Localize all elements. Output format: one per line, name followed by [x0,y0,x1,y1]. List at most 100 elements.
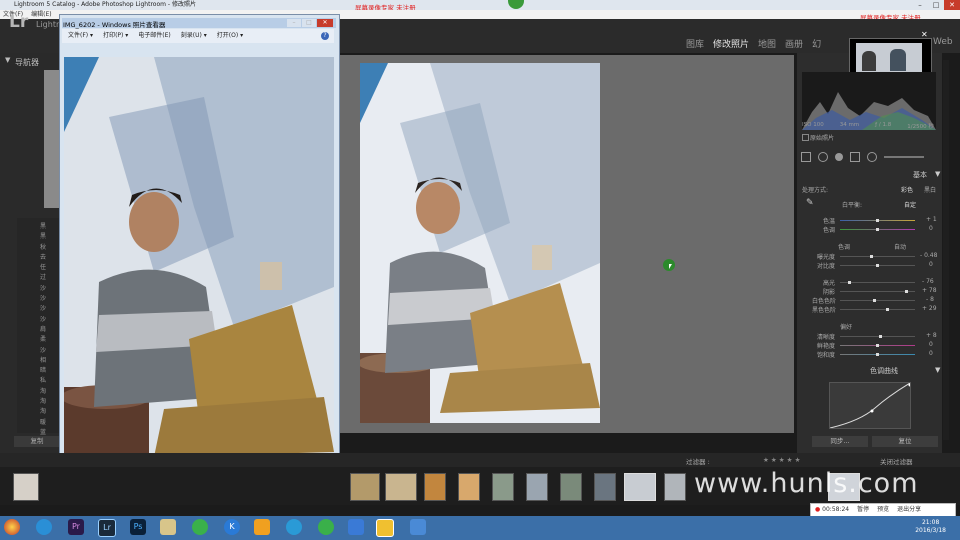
contrast-knob[interactable] [876,264,879,267]
blacks-knob[interactable] [886,308,889,311]
viewer-menu-burn[interactable]: 刻录(U) ▾ [181,29,207,43]
preset-item[interactable]: 沙 [40,294,46,304]
module-map[interactable]: 地图 [758,37,776,50]
whites-knob[interactable] [873,299,876,302]
exposure-knob[interactable] [870,255,873,258]
preset-item[interactable]: 沙 [40,346,46,356]
module-slideshow[interactable]: 幻 [812,37,821,50]
filmstrip-thumbnail[interactable] [458,473,480,501]
filmstrip-thumbnail[interactable] [664,473,686,501]
tool-app-icon[interactable] [410,519,426,535]
blacks-slider[interactable] [840,309,915,310]
clarity-knob[interactable] [879,335,882,338]
taskbar-clock[interactable]: 21:08 2016/3/18 [915,519,946,535]
maximize-icon[interactable]: □ [302,19,316,27]
navigator-collapse-icon[interactable]: ▼ [5,56,10,64]
file-explorer-icon[interactable] [160,519,176,535]
original-photo-checkbox[interactable] [802,134,809,141]
contrast-value[interactable]: 0 [929,261,933,268]
saturation-value[interactable]: 0 [929,350,933,357]
module-book[interactable]: 画册 [785,37,803,50]
vibrance-knob[interactable] [876,344,879,347]
brush-slider[interactable] [884,156,924,158]
help-icon[interactable]: ? [321,32,329,40]
start-button-icon[interactable] [4,519,20,535]
rating-filter-icon[interactable]: ★ ★ ★ ★ ★ [763,456,800,464]
premiere-icon[interactable]: Pr [68,519,84,535]
preset-item[interactable]: 黑 [40,232,46,242]
preset-item[interactable]: 去 [40,253,46,263]
vibrance-value[interactable]: 0 [929,341,933,348]
photoshop-icon[interactable]: Ps [130,519,146,535]
tint-knob[interactable] [876,228,879,231]
treatment-color[interactable]: 彩色 [901,185,913,194]
preset-item[interactable]: 相 [40,356,46,366]
shadows-knob[interactable] [905,290,908,293]
sync-button[interactable]: 同步... [812,436,868,447]
filmstrip-thumbnail[interactable] [594,473,616,501]
preset-item[interactable]: 暖 [40,418,46,428]
preset-item[interactable]: 沙 [40,304,46,314]
tone-curve-title[interactable]: 色调曲线 [870,366,898,376]
preset-item[interactable]: 柔 [40,335,46,345]
basic-collapse-icon[interactable]: ▼ [935,170,940,178]
preset-item[interactable]: 淘 [40,397,46,407]
preset-item[interactable]: 淘 [40,407,46,417]
navigator-preview[interactable] [44,70,59,208]
preset-item[interactable]: 黑 [40,222,46,232]
highlights-knob[interactable] [848,281,851,284]
radial-filter-icon[interactable] [867,152,877,162]
maximize-icon[interactable]: □ [928,0,944,10]
menu-edit[interactable]: 编辑(E) [31,11,51,18]
preset-item[interactable]: 沙 [40,315,46,325]
recorder-pause-button[interactable]: 暂停 [853,504,873,516]
preset-item[interactable]: 淘 [40,387,46,397]
exposure-slider[interactable] [840,256,915,257]
close-icon[interactable]: ✕ [317,19,333,27]
tint-value[interactable]: 0 [929,225,933,232]
viewer-menu-open[interactable]: 打开(O) ▾ [217,29,243,43]
tone-curve-graph[interactable] [829,382,911,429]
recorder-app-icon[interactable] [376,519,394,537]
clarity-slider[interactable] [840,336,915,337]
temp-value[interactable]: + 1 [926,216,937,223]
wechat-icon[interactable] [192,519,208,535]
clarity-value[interactable]: + 8 [926,332,937,339]
shadows-value[interactable]: + 78 [922,287,937,294]
copy-button[interactable]: 复制 [14,436,60,447]
kugou-icon[interactable]: K [224,519,240,535]
360-browser-icon[interactable] [318,519,334,535]
plane-app-icon[interactable] [348,519,364,535]
right-panel-scrollbar[interactable] [943,60,949,440]
viewer-menu-file[interactable]: 文件(F) ▾ [68,29,93,43]
shadows-slider[interactable] [840,291,915,292]
module-web[interactable]: Web [933,37,953,47]
temp-knob[interactable] [876,219,879,222]
filmstrip-thumbnail[interactable] [526,473,548,501]
viewer-menu-print[interactable]: 打印(P) ▾ [103,29,128,43]
exposure-value[interactable]: - 0.48 [920,252,937,259]
crop-icon[interactable] [801,152,811,162]
filter-off-dropdown[interactable]: 关闭过滤器 [880,456,913,466]
preset-item[interactable]: 过 [40,273,46,283]
module-library[interactable]: 图库 [686,37,704,50]
red-eye-icon[interactable] [835,153,843,161]
filmstrip-thumbnail[interactable] [424,473,446,501]
filmstrip-thumbnail[interactable] [492,473,514,501]
module-develop[interactable]: 修改照片 [713,37,749,50]
recorder-preview-button[interactable]: 预览 [873,504,893,516]
close-preview-icon[interactable]: ✕ [921,30,928,39]
app-icon[interactable] [254,519,270,535]
close-icon[interactable]: ✕ [944,0,960,10]
preset-item[interactable]: 沙 [40,284,46,294]
preset-item[interactable]: 肩 [40,325,46,335]
lightroom-icon[interactable]: Lr [98,519,116,537]
minimize-icon[interactable]: – [287,19,301,27]
whites-slider[interactable] [840,300,915,301]
preset-item[interactable]: 私 [40,376,46,386]
preset-item[interactable]: 秋 [40,243,46,253]
whites-value[interactable]: - 8 [926,296,934,303]
filmstrip-thumbnail[interactable] [350,473,380,501]
saturation-knob[interactable] [876,353,879,356]
tone-curve-collapse-icon[interactable]: ▼ [935,366,940,374]
